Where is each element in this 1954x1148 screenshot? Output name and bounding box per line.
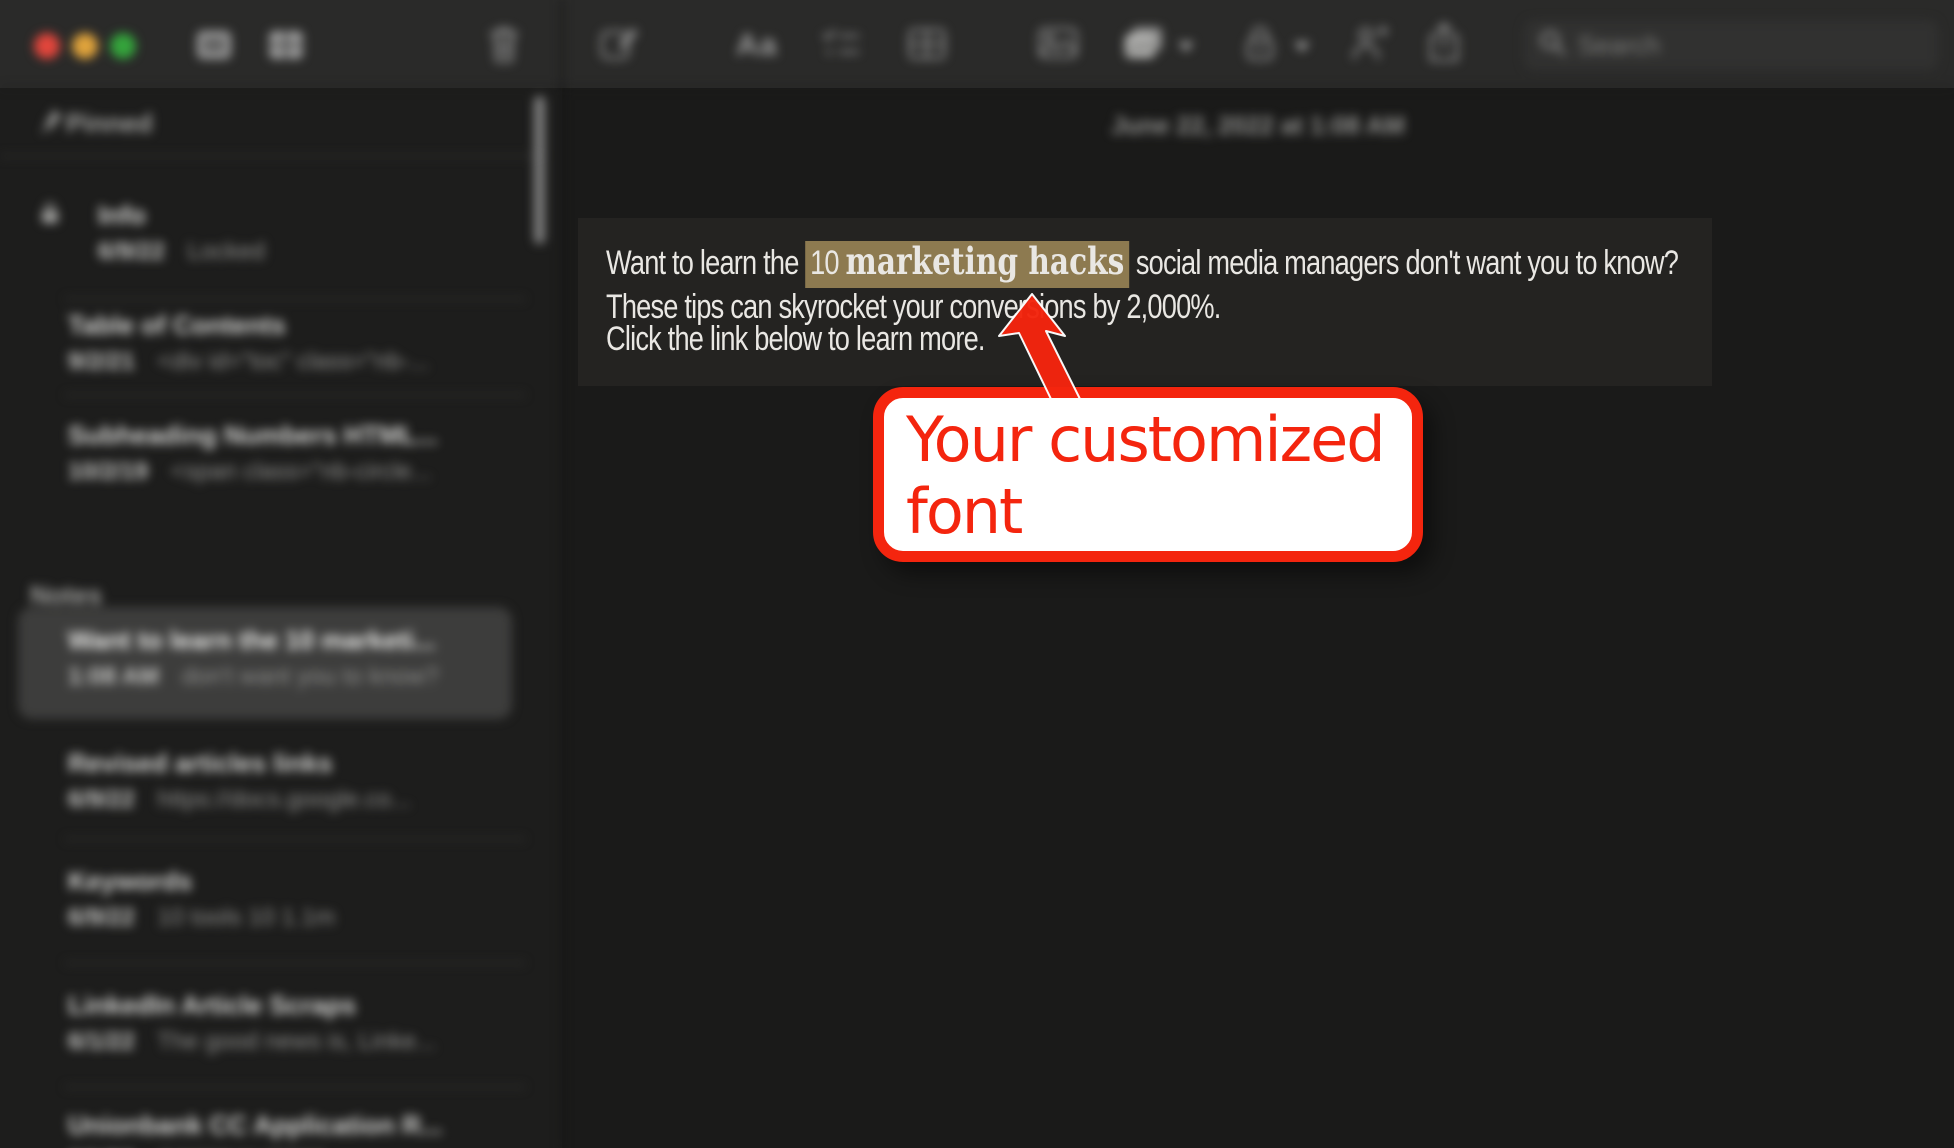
annotation-callout: Your customized font [873,387,1423,562]
annotation-label: Your customized font [906,404,1386,548]
blackletter-text: marketing hacks [846,239,1125,283]
focused-note-content: Want to learn the 10 marketing hacks soc… [0,0,1954,1148]
note-line-1[interactable]: Want to learn the 10 marketing hacks soc… [606,240,1678,284]
notes-app-window: Aa Search [0,0,1954,1148]
annotation-arrow [0,0,1954,1148]
note-line-3[interactable]: Click the link below to learn more. [606,322,985,356]
note-line-2[interactable]: These tips can skyrocket your conversion… [606,290,1221,324]
highlighted-text: 10 marketing hacks [805,241,1129,288]
